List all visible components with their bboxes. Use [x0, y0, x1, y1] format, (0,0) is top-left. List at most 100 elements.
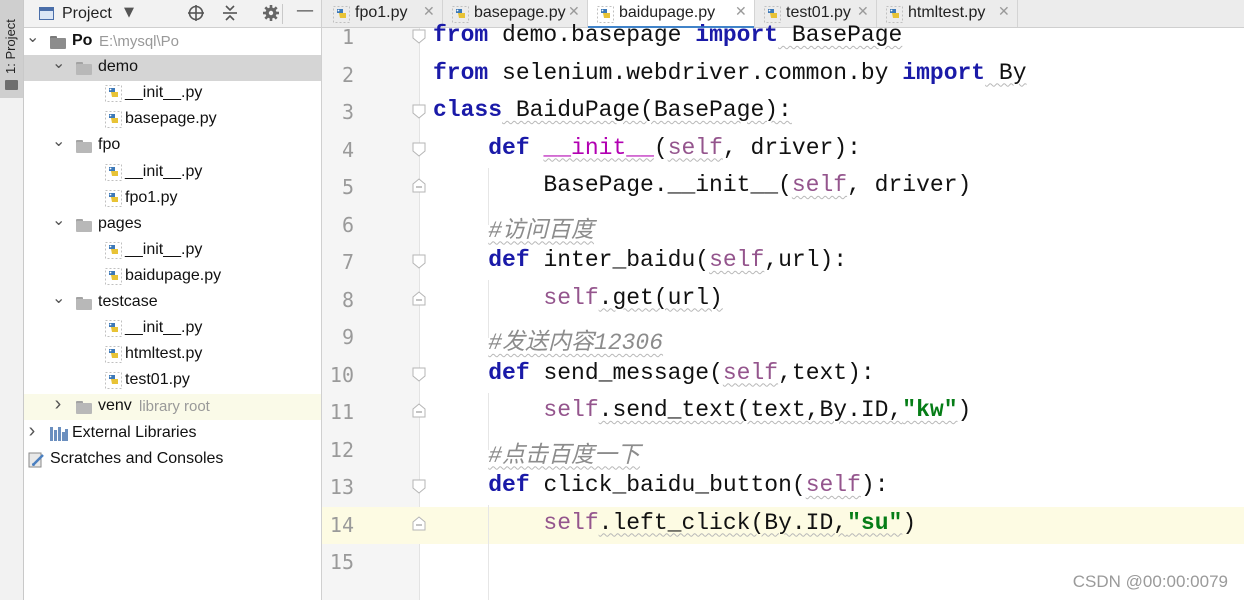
chevron-down-icon[interactable]: ⌄: [26, 27, 39, 47]
fold-open-icon[interactable]: [411, 28, 427, 44]
tree-item[interactable]: __init__.py: [24, 238, 321, 264]
code-token: click_baidu_button(: [529, 472, 806, 498]
tree-item-label: htmltest.py: [125, 345, 203, 363]
code-token: def: [488, 359, 530, 386]
tree-item[interactable]: __init__.py: [24, 81, 321, 107]
chevron-down-icon[interactable]: ▼: [124, 5, 134, 20]
indent-guide: [488, 392, 489, 450]
fold-open-icon[interactable]: [411, 253, 427, 269]
code-line[interactable]: #点击百度一下: [433, 435, 640, 469]
code-token: self: [805, 472, 861, 498]
code-line[interactable]: class BaiduPage(BasePage):: [433, 97, 792, 123]
code-token: demo.basepage: [488, 22, 696, 48]
code-token: class: [433, 97, 503, 123]
code-token: , driver): [847, 172, 972, 198]
tree-item[interactable]: Scratches and Consoles: [24, 447, 321, 473]
tree-item-sublabel: library root: [139, 398, 210, 416]
line-number: 10: [329, 362, 354, 387]
code-line[interactable]: #访问百度: [433, 210, 594, 244]
folder-icon: [76, 62, 92, 76]
tree-item[interactable]: fpo1.py: [24, 186, 321, 212]
tree-item[interactable]: › venv library root: [24, 393, 321, 421]
code-token: By: [985, 59, 1027, 86]
python-file-icon: [105, 189, 122, 207]
code-token: .get(url): [598, 284, 723, 311]
tree-item[interactable]: basepage.py: [24, 107, 321, 133]
collapse-all-icon[interactable]: [221, 4, 239, 26]
project-panel: Project ▼ — ⌄ Po E:\mysql\Po ⌄ demo __init__.…: [24, 0, 322, 600]
fold-close-icon[interactable]: [411, 515, 427, 532]
code-line[interactable]: def send_message(self,text):: [433, 360, 875, 386]
tree-item[interactable]: __init__.py: [24, 160, 321, 186]
project-view-selector[interactable]: Project: [62, 5, 112, 23]
chevron-down-icon[interactable]: ⌄: [52, 210, 65, 230]
tree-item[interactable]: test01.py: [24, 368, 321, 394]
tree-item-label: baidupage.py: [125, 266, 222, 284]
code-line[interactable]: self.get(url): [433, 284, 723, 311]
code-line[interactable]: BasePage.__init__(self, driver): [433, 172, 971, 198]
code-line[interactable]: self.left_click(By.ID,"su"): [433, 510, 916, 536]
tree-item-label: __init__.py: [125, 162, 203, 180]
code-token: inter_baidu(: [529, 247, 710, 273]
close-icon[interactable]: ✕: [423, 4, 435, 20]
chevron-down-icon[interactable]: ⌄: [52, 288, 65, 308]
line-number: 6: [341, 212, 354, 237]
close-icon[interactable]: ✕: [998, 4, 1010, 20]
fold-close-icon[interactable]: [411, 290, 427, 307]
line-number: 1: [341, 25, 354, 49]
tree-item[interactable]: ⌄ testcase: [24, 290, 321, 316]
hide-panel-icon[interactable]: —: [296, 2, 314, 20]
chevron-down-icon[interactable]: ⌄: [52, 131, 65, 151]
code-line[interactable]: def __init__(self, driver):: [433, 135, 861, 161]
fold-open-icon[interactable]: [411, 103, 427, 119]
close-icon[interactable]: ✕: [568, 4, 580, 20]
line-number: 11: [329, 400, 354, 424]
fold-close-icon[interactable]: [411, 403, 427, 419]
code-line[interactable]: #发送内容12306: [433, 322, 663, 356]
code-line[interactable]: from selenium.webdriver.common.by import…: [433, 60, 1027, 86]
tree-item[interactable]: __init__.py: [24, 316, 321, 342]
close-icon[interactable]: ✕: [857, 4, 869, 20]
chevron-right-icon[interactable]: ›: [26, 420, 38, 443]
tab-label: htmltest.py: [908, 4, 986, 21]
code-token: #发送内容12306: [488, 330, 664, 356]
code-token: import: [695, 22, 779, 48]
tree-item[interactable]: ⌄ Po E:\mysql\Po: [24, 29, 321, 55]
code-line[interactable]: def inter_baidu(self,url):: [433, 247, 847, 273]
code-token: BaiduPage(BasePage):: [502, 97, 792, 123]
tree-item[interactable]: ⌄ pages: [24, 212, 321, 238]
chevron-right-icon[interactable]: ›: [52, 393, 64, 416]
fold-open-icon[interactable]: [411, 141, 427, 157]
tab-fpo1[interactable]: fpo1.py ✕: [324, 0, 443, 27]
tree-item-label: Scratches and Consoles: [50, 449, 224, 467]
tree-item[interactable]: › External Libraries: [24, 420, 321, 447]
line-number: 14: [329, 512, 354, 537]
code-line[interactable]: from demo.basepage import BasePage: [433, 22, 902, 48]
chevron-down-icon[interactable]: ⌄: [52, 53, 65, 73]
code-line[interactable]: def click_baidu_button(self):: [433, 472, 888, 498]
folder-icon: [76, 297, 92, 310]
tool-window-stripe: 1: Project: [0, 0, 24, 600]
code-token: , driver):: [722, 134, 861, 161]
code-token: self: [543, 397, 599, 423]
tree-item[interactable]: ⌄ fpo: [24, 133, 321, 159]
tree-item[interactable]: ⌄ demo: [24, 53, 321, 82]
code-token: self: [667, 134, 723, 161]
gear-icon[interactable]: [262, 4, 280, 26]
fold-open-icon[interactable]: [411, 478, 427, 494]
code-line[interactable]: self.send_text(text,By.ID,"kw"): [433, 397, 971, 423]
close-icon[interactable]: ✕: [735, 4, 747, 20]
project-tool-tab[interactable]: 1: Project: [0, 0, 23, 98]
locate-icon[interactable]: [187, 4, 205, 26]
fold-open-icon[interactable]: [411, 366, 427, 382]
tree-item[interactable]: htmltest.py: [24, 342, 321, 368]
project-panel-header: Project ▼ —: [24, 0, 321, 28]
folder-icon: [5, 80, 18, 90]
code-token: #点击百度一下: [488, 442, 641, 469]
folder-icon: [76, 218, 92, 232]
tree-item[interactable]: baidupage.py: [24, 264, 321, 290]
indent-guide: [488, 167, 489, 225]
fold-close-icon[interactable]: [411, 178, 427, 194]
code-token: #访问百度: [488, 217, 595, 244]
